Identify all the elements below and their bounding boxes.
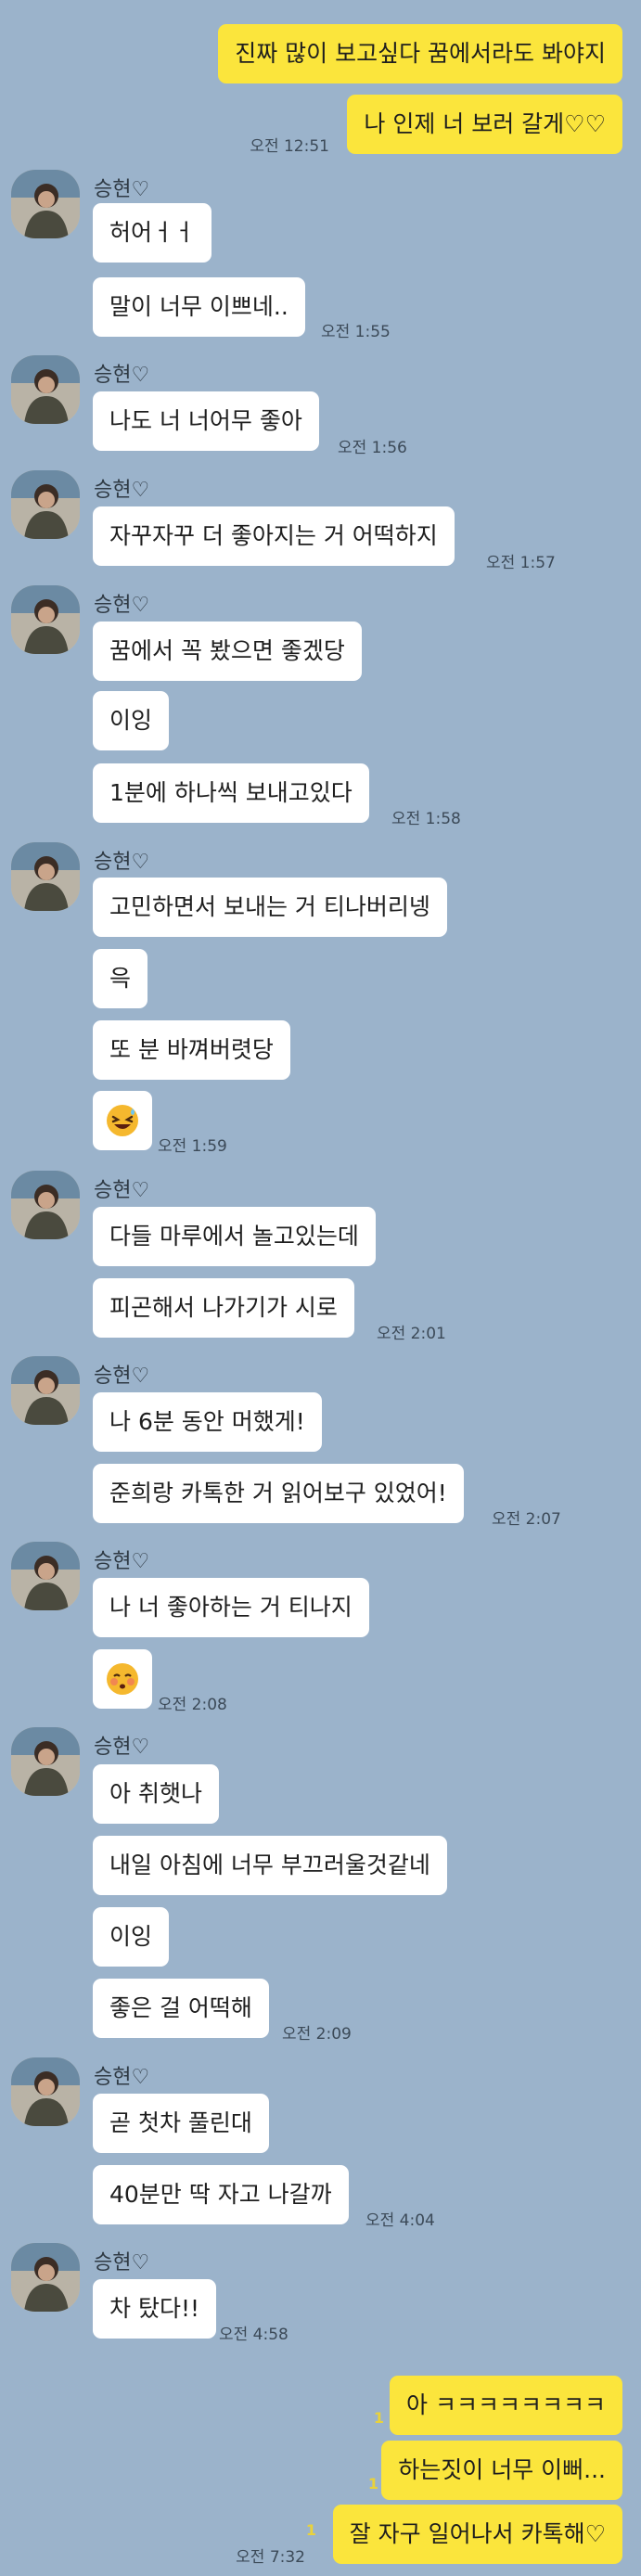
unread-count: 1 [373, 2409, 384, 2427]
outgoing-message[interactable]: 나 인제 너 보러 갈게♡♡ [347, 95, 622, 154]
incoming-message[interactable]: 40분만 딱 자고 나갈까 [93, 2165, 349, 2224]
profile-photo-icon [11, 470, 80, 539]
sender-name: 승현♡ [94, 364, 150, 387]
profile-photo-icon [11, 170, 80, 238]
avatar[interactable] [11, 355, 80, 424]
sender-name: 승현♡ [94, 1365, 150, 1388]
laughing-sweat-emoji-icon [107, 1105, 138, 1136]
unread-count: 1 [367, 2475, 378, 2493]
avatar[interactable] [11, 2057, 80, 2126]
message-time: 오전 1:58 [391, 810, 461, 828]
incoming-message[interactable]: 좋은 걸 어떡해 [93, 1979, 269, 2038]
incoming-message[interactable]: 차 탔다!! [93, 2279, 216, 2339]
message-time: 오전 2:07 [492, 1510, 561, 1529]
profile-photo-icon [11, 1727, 80, 1796]
message-time: 오전 2:09 [282, 2025, 352, 2044]
avatar[interactable] [11, 1542, 80, 1610]
message-time: 오전 4:04 [365, 2211, 435, 2230]
profile-photo-icon [11, 842, 80, 911]
incoming-message[interactable]: 나 6분 동안 머했게! [93, 1392, 322, 1452]
incoming-message[interactable]: 이잉 [93, 1907, 170, 1967]
profile-photo-icon [11, 2243, 80, 2312]
avatar[interactable] [11, 1356, 80, 1425]
message-time: 오전 4:58 [219, 2326, 288, 2344]
incoming-message[interactable]: 나 너 좋아하는 거 티나지 [93, 1578, 369, 1637]
incoming-message[interactable]: 다들 마루에서 놀고있는데 [93, 1207, 376, 1266]
incoming-message[interactable]: 준희랑 카톡한 거 읽어보구 있었어! [93, 1464, 464, 1523]
incoming-message[interactable]: 내일 아침에 너무 부끄러울것같네 [93, 1836, 447, 1895]
outgoing-message[interactable]: 하는짓이 너무 이뻐... [381, 2441, 622, 2500]
message-time: 오전 1:59 [158, 1137, 227, 1156]
incoming-message[interactable]: 곧 첫차 풀린대 [93, 2094, 269, 2153]
incoming-message[interactable]: 자꾸자꾸 더 좋아지는 거 어떡하지 [93, 506, 455, 566]
profile-photo-icon [11, 2057, 80, 2126]
emoji-message[interactable] [93, 1649, 152, 1709]
incoming-message[interactable]: 또 분 바껴버렷당 [93, 1020, 290, 1080]
sender-name: 승현♡ [94, 1550, 150, 1573]
incoming-message[interactable]: 나도 너 너어무 좋아 [93, 391, 319, 451]
incoming-message[interactable]: 피곤해서 나가기가 시로 [93, 1278, 354, 1338]
incoming-message[interactable]: 이잉 [93, 691, 170, 750]
sender-name: 승현♡ [94, 178, 150, 201]
profile-photo-icon [11, 1542, 80, 1610]
incoming-message[interactable]: 꿈에서 꼭 봤으면 좋겠당 [93, 622, 362, 681]
message-time: 오전 12:51 [250, 137, 329, 156]
profile-photo-icon [11, 585, 80, 654]
avatar[interactable] [11, 585, 80, 654]
message-time: 오전 2:08 [158, 1696, 227, 1714]
profile-photo-icon [11, 1171, 80, 1239]
message-time: 오전 1:55 [321, 323, 391, 341]
sender-name: 승현♡ [94, 1736, 150, 1759]
flustered-emoji-icon [107, 1663, 138, 1695]
sender-name: 승현♡ [94, 2066, 150, 2089]
avatar[interactable] [11, 170, 80, 238]
incoming-message[interactable]: 고민하면서 보내는 거 티나버리넹 [93, 878, 447, 937]
unread-count: 1 [305, 2521, 316, 2539]
avatar[interactable] [11, 470, 80, 539]
outgoing-message[interactable]: 진짜 많이 보고싶다 꿈에서라도 봐야지 [218, 24, 622, 83]
incoming-message[interactable]: 말이 너무 이쁘네.. [93, 277, 305, 337]
sender-name: 승현♡ [94, 1179, 150, 1202]
avatar[interactable] [11, 1171, 80, 1239]
profile-photo-icon [11, 355, 80, 424]
incoming-message[interactable]: 1분에 하나씩 보내고있다 [93, 763, 369, 823]
message-time: 오전 1:56 [338, 439, 407, 457]
message-time: 오전 1:57 [486, 554, 556, 572]
outgoing-message[interactable]: 잘 자구 일어나서 카톡해♡ [332, 2505, 622, 2564]
message-time: 오전 2:01 [377, 1325, 446, 1343]
emoji-message[interactable] [93, 1091, 152, 1150]
sender-name: 승현♡ [94, 851, 150, 874]
incoming-message[interactable]: 허어ㅓㅓ [93, 203, 212, 263]
sender-name: 승현♡ [94, 2251, 150, 2275]
sender-name: 승현♡ [94, 479, 150, 502]
avatar[interactable] [11, 842, 80, 911]
sender-name: 승현♡ [94, 594, 150, 617]
message-time: 오전 7:32 [236, 2548, 305, 2567]
outgoing-message[interactable]: 아 ㅋㅋㅋㅋㅋㅋㅋㅋ [390, 2376, 622, 2435]
incoming-message[interactable]: 아 취햇나 [93, 1764, 219, 1824]
incoming-message[interactable]: 윽 [93, 949, 148, 1008]
profile-photo-icon [11, 1356, 80, 1425]
avatar[interactable] [11, 1727, 80, 1796]
avatar[interactable] [11, 2243, 80, 2312]
